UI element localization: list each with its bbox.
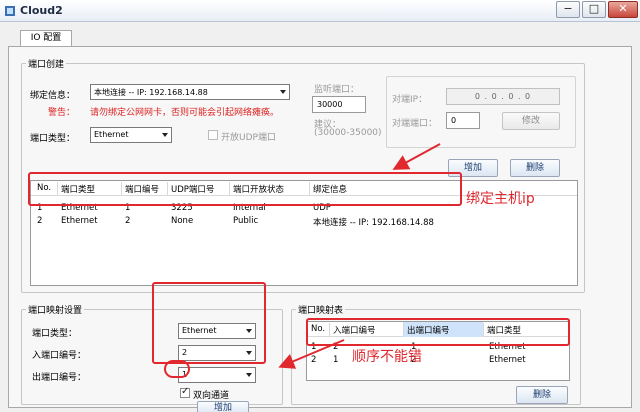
annotation-arrows	[278, 143, 441, 369]
arrow-to-mapping-settings	[278, 339, 345, 369]
arrow-to-bind-row	[392, 143, 441, 170]
